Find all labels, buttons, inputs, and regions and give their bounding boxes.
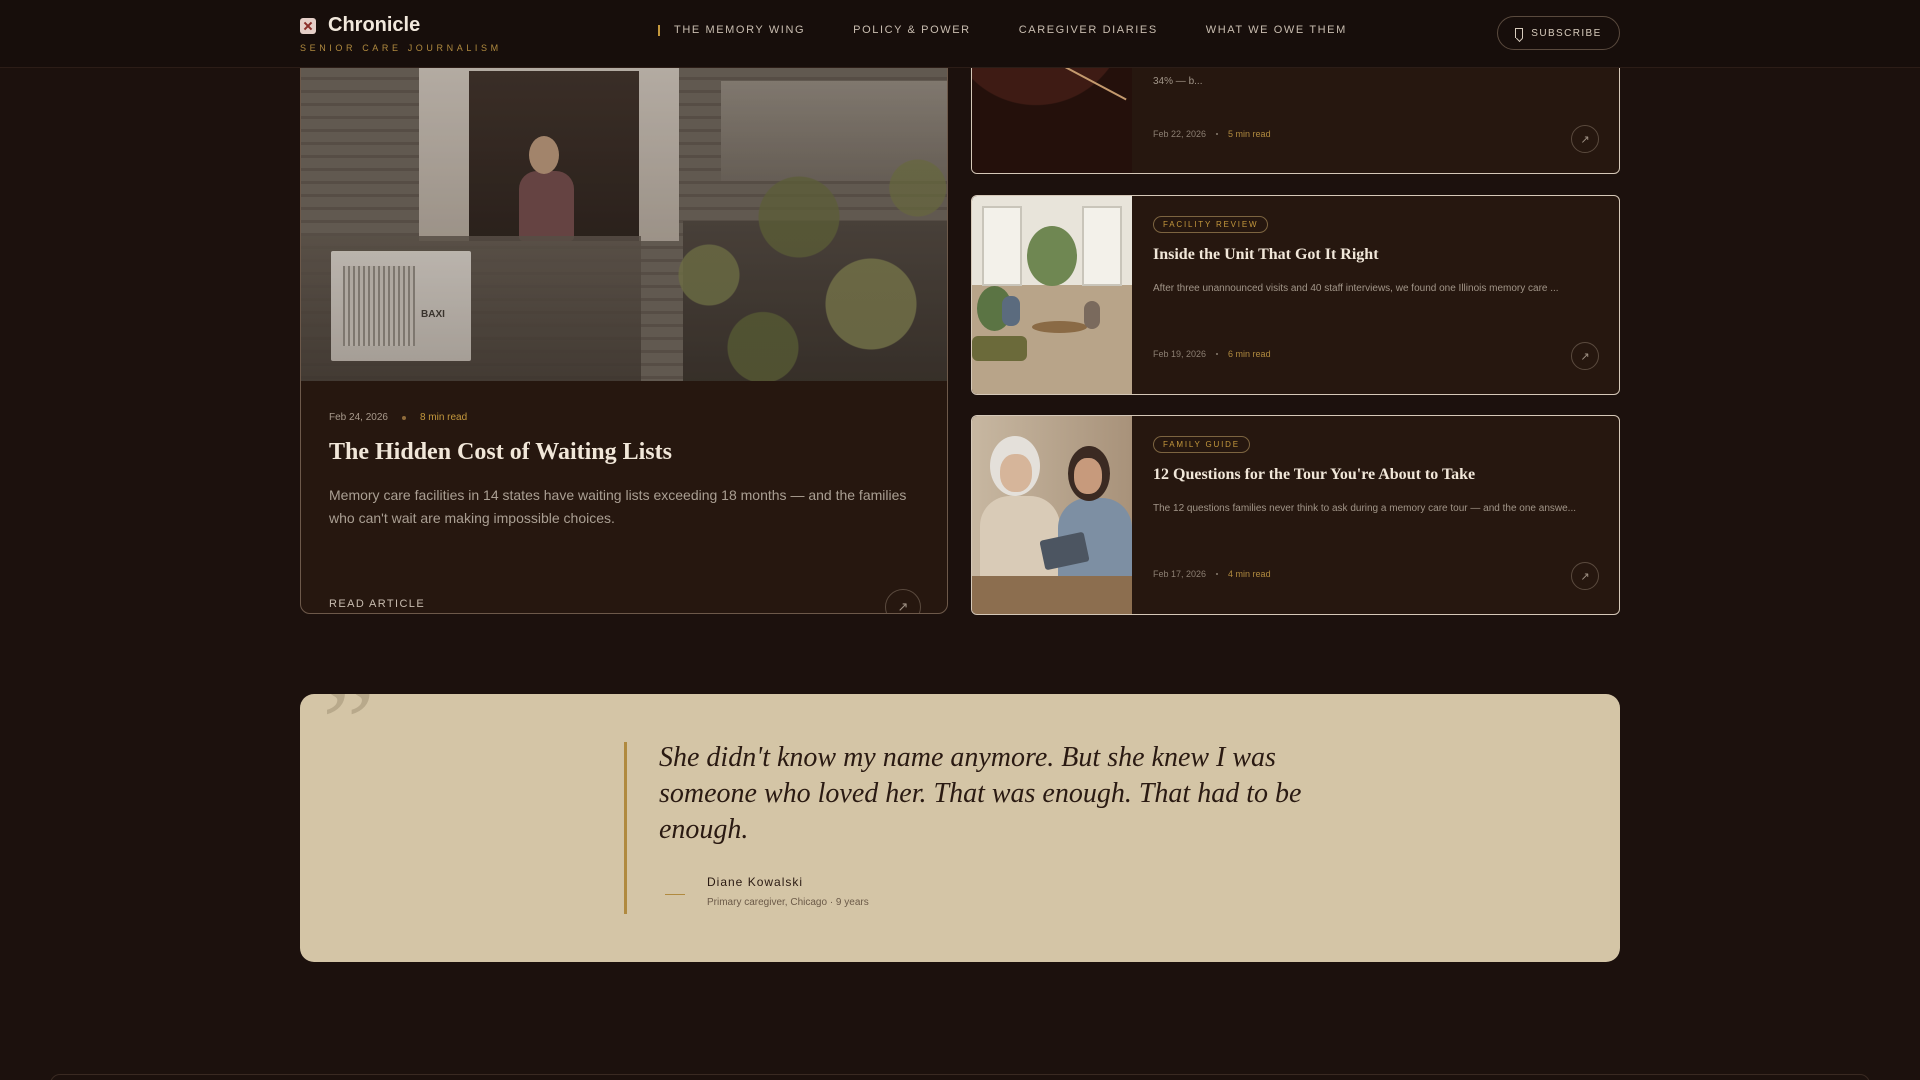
article-date: Feb 17, 2026 bbox=[1153, 569, 1207, 579]
meta-separator-dot bbox=[401, 415, 406, 420]
article-excerpt: After three unannounced visits and 40 st… bbox=[1153, 283, 1559, 294]
category-badge[interactable]: FAMILY GUIDE bbox=[1153, 436, 1250, 453]
nav-item-memory-wing[interactable]: THE MEMORY WING bbox=[674, 24, 805, 36]
article-read-time: 4 min read bbox=[1228, 569, 1271, 579]
article-meta: Feb 22, 2026 5 min read bbox=[1153, 129, 1271, 139]
quote-mark-icon: ” bbox=[322, 694, 376, 789]
featured-article-card[interactable]: BAXI Feb 24, 2026 8 min read The Hidden … bbox=[300, 40, 948, 614]
side-article-card[interactable]: FACILITY REVIEW Inside the Unit That Got… bbox=[971, 195, 1620, 395]
article-read-time: 5 min read bbox=[1228, 129, 1271, 139]
arrow-up-right-icon[interactable]: ↗ bbox=[1571, 125, 1599, 153]
brand[interactable]: Chronicle SENIOR CARE JOURNALISM bbox=[300, 14, 502, 53]
article-title[interactable]: Inside the Unit That Got It Right bbox=[1153, 246, 1379, 264]
subscribe-label: SUBSCRIBE bbox=[1531, 27, 1602, 39]
article-title[interactable]: 12 Questions for the Tour You're About t… bbox=[1153, 466, 1475, 484]
featured-title[interactable]: The Hidden Cost of Waiting Lists bbox=[329, 439, 919, 466]
featured-meta: Feb 24, 2026 8 min read bbox=[329, 412, 467, 423]
article-excerpt: 34% — b... bbox=[1153, 76, 1203, 87]
nav-item-what-we-owe-them[interactable]: WHAT WE OWE THEM bbox=[1206, 24, 1347, 36]
subscribe-button[interactable]: SUBSCRIBE bbox=[1497, 16, 1620, 50]
article-thumbnail bbox=[972, 416, 1132, 614]
arrow-up-right-icon[interactable]: ↗ bbox=[885, 589, 921, 613]
featured-photo: BAXI bbox=[301, 41, 947, 381]
author-avatar bbox=[665, 894, 685, 895]
meta-separator-dot bbox=[1216, 353, 1219, 355]
nav-item-caregiver-diaries[interactable]: CAREGIVER DIARIES bbox=[1019, 24, 1158, 36]
nav-item-policy-power[interactable]: POLICY & POWER bbox=[853, 24, 971, 36]
quote-author-role: Primary caregiver, Chicago · 9 years bbox=[707, 897, 869, 908]
brand-tagline: SENIOR CARE JOURNALISM bbox=[300, 43, 502, 53]
quote-author: Diane Kowalski bbox=[707, 875, 804, 889]
featured-read-time: 8 min read bbox=[419, 412, 468, 423]
article-read-time: 6 min read bbox=[1228, 349, 1271, 359]
article-meta: Feb 19, 2026 6 min read bbox=[1153, 349, 1271, 359]
article-date: Feb 22, 2026 bbox=[1153, 129, 1207, 139]
meta-separator-dot bbox=[1216, 133, 1219, 135]
article-excerpt: The 12 questions families never think to… bbox=[1153, 503, 1576, 514]
pull-quote-panel: ” She didn't know my name anymore. But s… bbox=[300, 694, 1620, 962]
site-header: Chronicle SENIOR CARE JOURNALISM THE MEM… bbox=[0, 0, 1920, 68]
quote-text: She didn't know my name anymore. But she… bbox=[659, 742, 1302, 845]
article-thumbnail bbox=[972, 196, 1132, 394]
bookmark-icon bbox=[1515, 28, 1524, 38]
category-badge[interactable]: FACILITY REVIEW bbox=[1153, 216, 1269, 233]
featured-date: Feb 24, 2026 bbox=[329, 412, 388, 423]
article-meta: Feb 17, 2026 4 min read bbox=[1153, 569, 1271, 579]
meta-separator-dot bbox=[1216, 573, 1219, 575]
brand-name: Chronicle bbox=[328, 14, 421, 36]
arrow-up-right-icon[interactable]: ↗ bbox=[1571, 342, 1599, 370]
side-article-card[interactable]: FAMILY GUIDE 12 Questions for the Tour Y… bbox=[971, 415, 1620, 615]
nav-active-marker bbox=[658, 24, 660, 36]
main-nav: THE MEMORY WING POLICY & POWER CAREGIVER… bbox=[658, 24, 1395, 36]
featured-excerpt: Memory care facilities in 14 states have… bbox=[329, 487, 907, 526]
logo-mark-icon bbox=[300, 17, 316, 34]
next-section-frame bbox=[50, 1074, 1870, 1080]
read-article-link[interactable]: READ ARTICLE bbox=[329, 598, 425, 613]
arrow-up-right-icon[interactable]: ↗ bbox=[1571, 562, 1599, 590]
article-date: Feb 19, 2026 bbox=[1153, 349, 1207, 359]
quote-accent-rule bbox=[624, 742, 627, 914]
